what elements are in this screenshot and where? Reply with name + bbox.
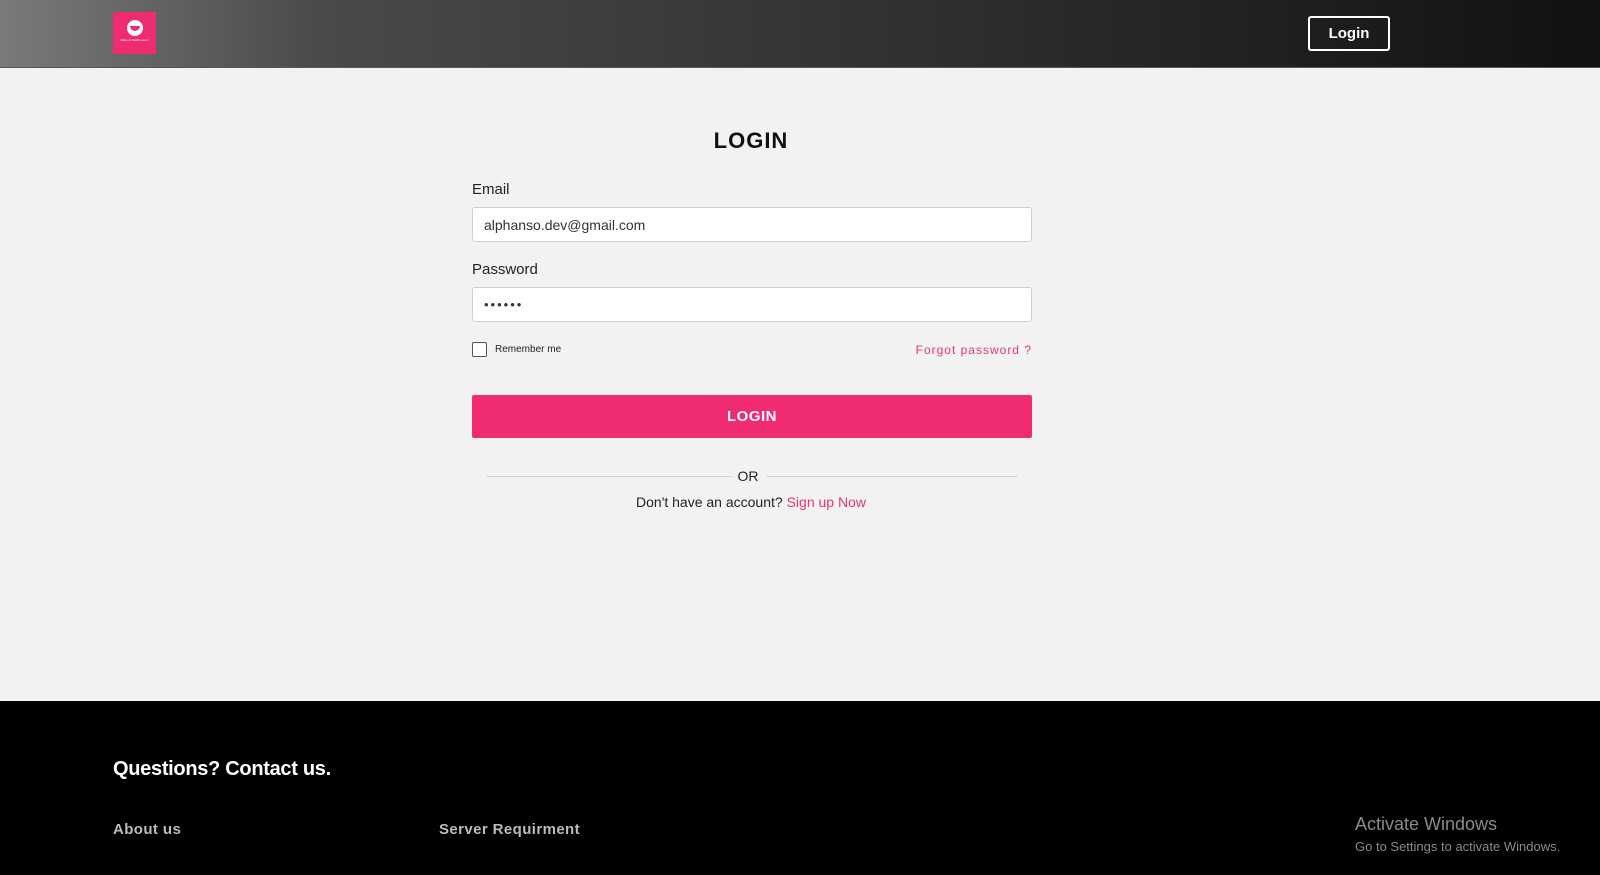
or-separator: OR [737, 468, 759, 484]
watermark-title: Activate Windows [1355, 814, 1498, 834]
email-field[interactable] [472, 207, 1032, 242]
brand-logo[interactable]: Make In Match Learn [113, 12, 156, 54]
windows-activation-watermark: Activate Windows Go to Settings to activ… [1355, 814, 1560, 854]
footer-link-server-requirement[interactable]: Server Requirment [439, 821, 580, 838]
signup-link[interactable]: Sign up Now [787, 494, 866, 510]
divider-right [766, 476, 1018, 477]
watermark-subtitle: Go to Settings to activate Windows. [1355, 839, 1561, 854]
top-navbar: Make In Match Learn Login [0, 0, 1600, 68]
footer-title: Questions? Contact us. [113, 758, 331, 780]
no-account-text: Don't have an account? [636, 494, 787, 510]
footer-link-about[interactable]: About us [113, 821, 181, 838]
logo-text: Make In Match Learn [120, 38, 149, 42]
page-title: LOGIN [713, 128, 789, 153]
password-field[interactable] [472, 287, 1032, 322]
remember-checkbox[interactable] [472, 342, 487, 357]
signup-prompt: Don't have an account? Sign up Now [0, 494, 1502, 510]
remember-label: Remember me [495, 344, 562, 355]
logo-face-icon [126, 20, 143, 36]
login-submit-button[interactable]: LOGIN [472, 395, 1032, 438]
forgot-password-link[interactable]: Forgot password ? [872, 343, 1032, 357]
email-label: Email [472, 181, 510, 198]
divider-left [486, 476, 731, 477]
footer: Questions? Contact us. About us Server R… [0, 701, 1600, 875]
password-label: Password [472, 261, 538, 278]
header-login-button[interactable]: Login [1308, 16, 1390, 51]
remember-me[interactable]: Remember me [472, 342, 561, 357]
